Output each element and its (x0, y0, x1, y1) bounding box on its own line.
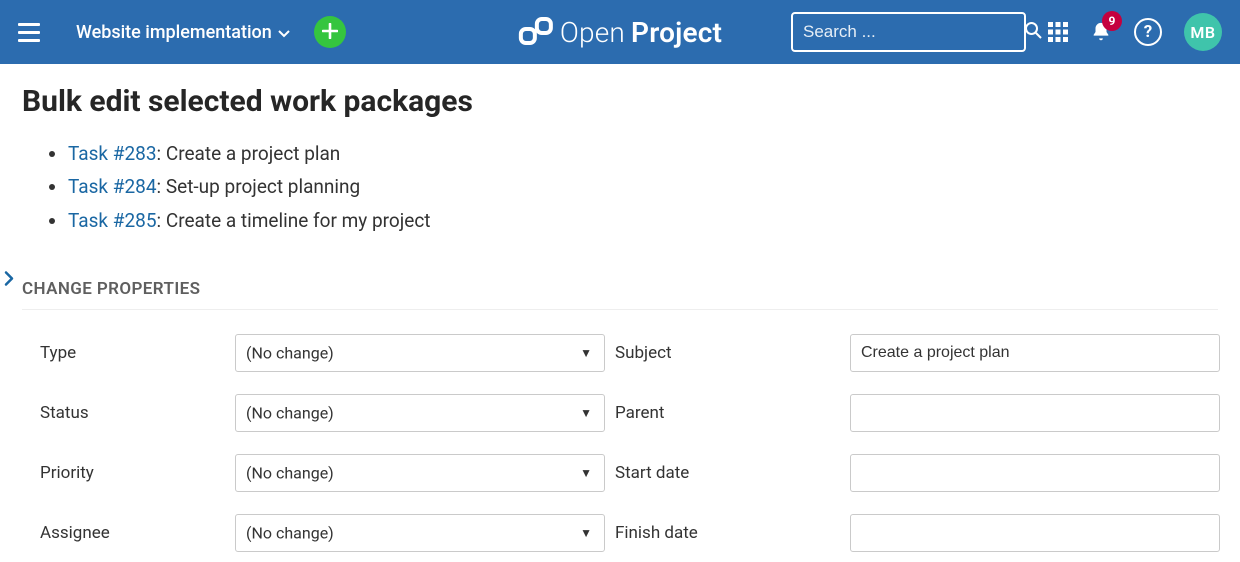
brand-logo[interactable]: OpenProject (518, 14, 722, 50)
work-package-list: Task #283: Create a project plan Task #2… (22, 137, 1218, 237)
work-package-desc: Set-up project planning (166, 175, 360, 198)
topbar-right: 9 ? MB (791, 12, 1222, 52)
list-item: Task #284: Set-up project planning (68, 170, 1218, 203)
sidebar-expand-handle[interactable] (0, 267, 18, 296)
search-box[interactable] (791, 12, 1026, 52)
subject-input[interactable] (850, 334, 1220, 372)
status-label: Status (40, 403, 225, 423)
section-title: Change properties (22, 279, 1218, 310)
search-input[interactable] (803, 22, 1024, 42)
user-avatar[interactable]: MB (1184, 13, 1222, 51)
chevron-down-icon: ▼ (580, 466, 592, 480)
page-title: Bulk edit selected work packages (22, 84, 1218, 119)
openproject-logo-icon (518, 14, 554, 50)
parent-input[interactable] (850, 394, 1220, 432)
start-date-input[interactable] (850, 454, 1220, 492)
project-name: Website implementation (76, 22, 272, 43)
top-bar: Website implementation OpenProject (0, 0, 1240, 64)
notification-badge: 9 (1102, 11, 1122, 31)
list-item: Task #283: Create a project plan (68, 137, 1218, 170)
notifications-bell-icon[interactable]: 9 (1090, 21, 1112, 43)
priority-value: (No change) (246, 463, 334, 482)
project-selector[interactable]: Website implementation (76, 22, 290, 43)
help-icon[interactable]: ? (1134, 18, 1162, 46)
caret-down-icon (278, 22, 290, 43)
avatar-initials: MB (1190, 23, 1215, 42)
work-package-desc: Create a project plan (166, 142, 340, 165)
subject-label: Subject (615, 343, 840, 363)
work-package-desc: Create a timeline for my project (166, 209, 431, 232)
chevron-down-icon: ▼ (580, 526, 592, 540)
priority-select[interactable]: (No change) ▼ (235, 454, 605, 492)
type-label: Type (40, 343, 225, 363)
plus-icon (322, 20, 338, 45)
work-package-link[interactable]: Task #285 (68, 209, 157, 232)
main-content: Bulk edit selected work packages Task #2… (0, 64, 1240, 552)
list-item: Task #285: Create a timeline for my proj… (68, 204, 1218, 237)
chevron-down-icon: ▼ (580, 346, 592, 360)
finish-date-input[interactable] (850, 514, 1220, 552)
brand-text-bold: Project (631, 16, 722, 49)
priority-label: Priority (40, 463, 225, 483)
add-button[interactable] (314, 16, 346, 48)
start-date-label: Start date (615, 463, 840, 483)
chevron-down-icon: ▼ (580, 406, 592, 420)
type-select[interactable]: (No change) ▼ (235, 334, 605, 372)
status-select[interactable]: (No change) ▼ (235, 394, 605, 432)
properties-form: Type (No change) ▼ Subject Status (No ch… (22, 334, 1218, 552)
status-value: (No change) (246, 403, 334, 422)
work-package-link[interactable]: Task #284 (68, 175, 157, 198)
work-package-link[interactable]: Task #283 (68, 142, 157, 165)
brand-text-thin: Open (560, 16, 625, 49)
assignee-label: Assignee (40, 523, 225, 543)
assignee-select[interactable]: (No change) ▼ (235, 514, 605, 552)
hamburger-menu-icon[interactable] (18, 17, 48, 47)
type-value: (No change) (246, 343, 334, 362)
finish-date-label: Finish date (615, 523, 840, 543)
parent-label: Parent (615, 403, 840, 423)
assignee-value: (No change) (246, 523, 334, 542)
search-icon[interactable] (1024, 21, 1042, 43)
apps-grid-icon[interactable] (1048, 22, 1068, 42)
